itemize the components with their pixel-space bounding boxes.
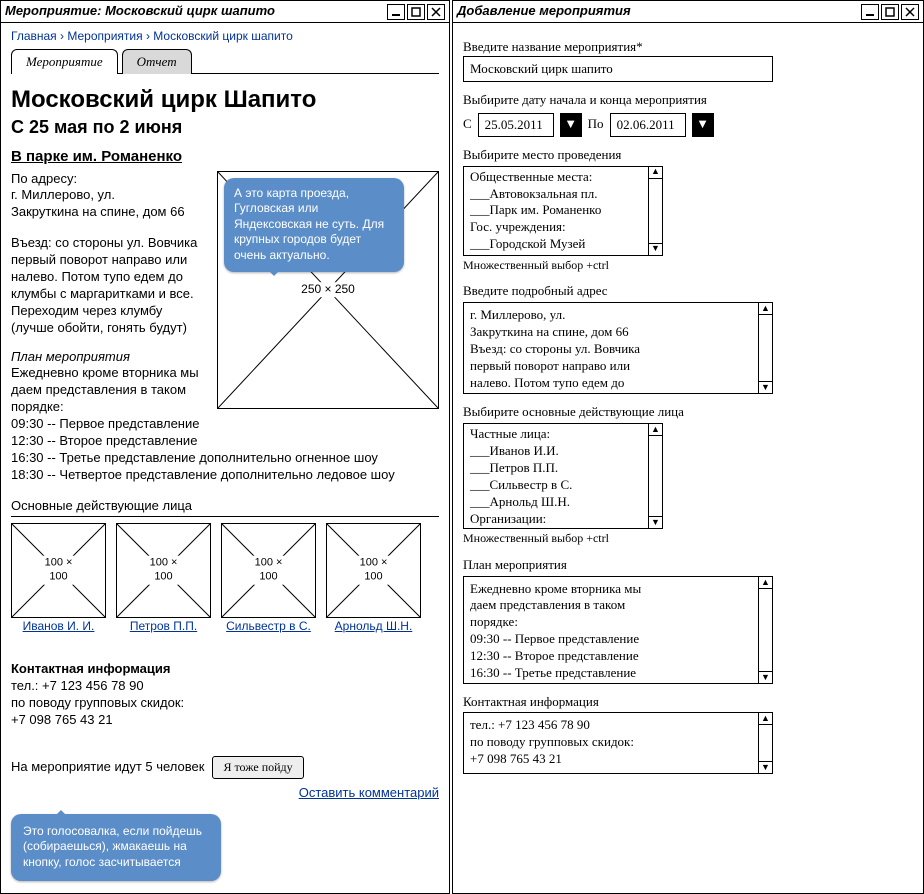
tab-event[interactable]: Мероприятие (11, 49, 118, 75)
titlebar: Добавление мероприятия (453, 1, 923, 23)
plan-textarea[interactable]: Ежедневно кроме вторника мы даем предста… (463, 576, 773, 684)
map-placeholder: 250 × 250 А это карта проезда, Гугловска… (217, 171, 439, 409)
actors-listbox[interactable]: Частные лица: ___Иванов И.И. ___Петров П… (463, 423, 663, 529)
actors-title: Основные действующие лица (11, 498, 439, 517)
plan-extra2: 18:30 -- Четвертое представление дополни… (11, 467, 439, 484)
going-count-text: На мероприятие идут 5 человек (11, 759, 204, 776)
multi-hint: Множественный выбор +ctrl (463, 531, 913, 547)
contact-textarea[interactable]: тел.: +7 123 456 78 90 по поводу группов… (463, 712, 773, 774)
actor-link[interactable]: Арнольд Ш.Н. (335, 619, 413, 633)
multi-hint: Множественный выбор +ctrl (463, 258, 913, 274)
addr-detail-textarea[interactable]: г. Миллерово, ул. Закруткина на спине, д… (463, 302, 773, 394)
maximize-button[interactable] (881, 4, 899, 20)
page-title: Московский цирк Шапито (11, 84, 439, 115)
event-view-window: Мероприятие: Московский цирк шапито Глав… (0, 0, 450, 894)
actor-thumb: 100 × 100 Иванов И. И. (11, 523, 106, 635)
venue-label: Выбирите место проведения (463, 147, 913, 164)
maximize-button[interactable] (407, 4, 425, 20)
window-title: Мероприятие: Московский цирк шапито (5, 3, 387, 20)
minimize-button[interactable] (861, 4, 879, 20)
breadcrumb-home[interactable]: Главная (11, 29, 57, 43)
tab-report[interactable]: Отчет (122, 49, 192, 75)
minimize-button[interactable] (387, 4, 405, 20)
scrollbar[interactable]: ▲▼ (648, 167, 662, 255)
plan-title: План мероприятия (11, 349, 209, 366)
plan-extra1: 16:30 -- Третье представление дополнител… (11, 450, 439, 467)
date-to-picker-icon[interactable]: ▼ (692, 113, 714, 137)
contact-label: Контактная информация (463, 694, 913, 711)
plan-label: План мероприятия (463, 557, 913, 574)
name-input[interactable] (463, 56, 773, 82)
scrollbar[interactable]: ▲▼ (648, 424, 662, 528)
date-from-picker-icon[interactable]: ▼ (560, 113, 582, 137)
leave-comment-link[interactable]: Оставить комментарий (11, 785, 439, 802)
contact-text: тел.: +7 123 456 78 90 по поводу группов… (11, 678, 439, 729)
event-form-window: Добавление мероприятия Введите название … (452, 0, 924, 894)
park-link[interactable]: В парке им. Романенко (11, 147, 439, 167)
window-title: Добавление мероприятия (457, 3, 861, 20)
venue-listbox[interactable]: Общественные места: ___Автовокзальная пл… (463, 166, 663, 256)
actor-link[interactable]: Иванов И. И. (23, 619, 95, 633)
close-button[interactable] (901, 4, 919, 20)
actor-thumb: 100 × 100 Сильвестр в С. (221, 523, 316, 635)
address-label: По адресу: (11, 171, 209, 188)
close-button[interactable] (427, 4, 445, 20)
actors-thumbs: 100 × 100 Иванов И. И. 100 × 100 Петров … (11, 523, 439, 635)
breadcrumb-current: Московский цирк шапито (153, 29, 292, 43)
actor-link[interactable]: Сильвестр в С. (226, 619, 311, 633)
titlebar: Мероприятие: Московский цирк шапито (1, 1, 449, 23)
address-text: г. Миллерово, ул. Закруткина на спине, д… (11, 187, 209, 221)
breadcrumb-events[interactable]: Мероприятия (67, 29, 142, 43)
vote-callout: Это голосовалка, если пойдешь (собираешь… (11, 814, 221, 881)
date-to-input[interactable] (610, 113, 686, 137)
going-button[interactable]: Я тоже пойду (212, 756, 303, 779)
addr-detail-label: Введите подробный адрес (463, 283, 913, 300)
contact-title: Контактная информация (11, 661, 170, 676)
actors-label: Выбирите основные действующие лица (463, 404, 913, 421)
page-subtitle: С 25 мая по 2 июня (11, 116, 439, 139)
entry-text: Въезд: со стороны ул. Вовчика первый пов… (11, 235, 209, 336)
actor-thumb: 100 × 100 Петров П.П. (116, 523, 211, 635)
breadcrumb: Главная › Мероприятия › Московский цирк … (11, 29, 439, 45)
date-label: Выбирите дату начала и конца мероприятия (463, 92, 913, 109)
actor-link[interactable]: Петров П.П. (130, 619, 197, 633)
map-callout: А это карта проезда, Гугловская или Янде… (224, 178, 404, 272)
plan-text: Ежедневно кроме вторника мы даем предста… (11, 365, 209, 449)
date-from-input[interactable] (478, 113, 554, 137)
actor-thumb: 100 × 100 Арнольд Ш.Н. (326, 523, 421, 635)
name-label: Введите название мероприятия* (463, 39, 913, 56)
